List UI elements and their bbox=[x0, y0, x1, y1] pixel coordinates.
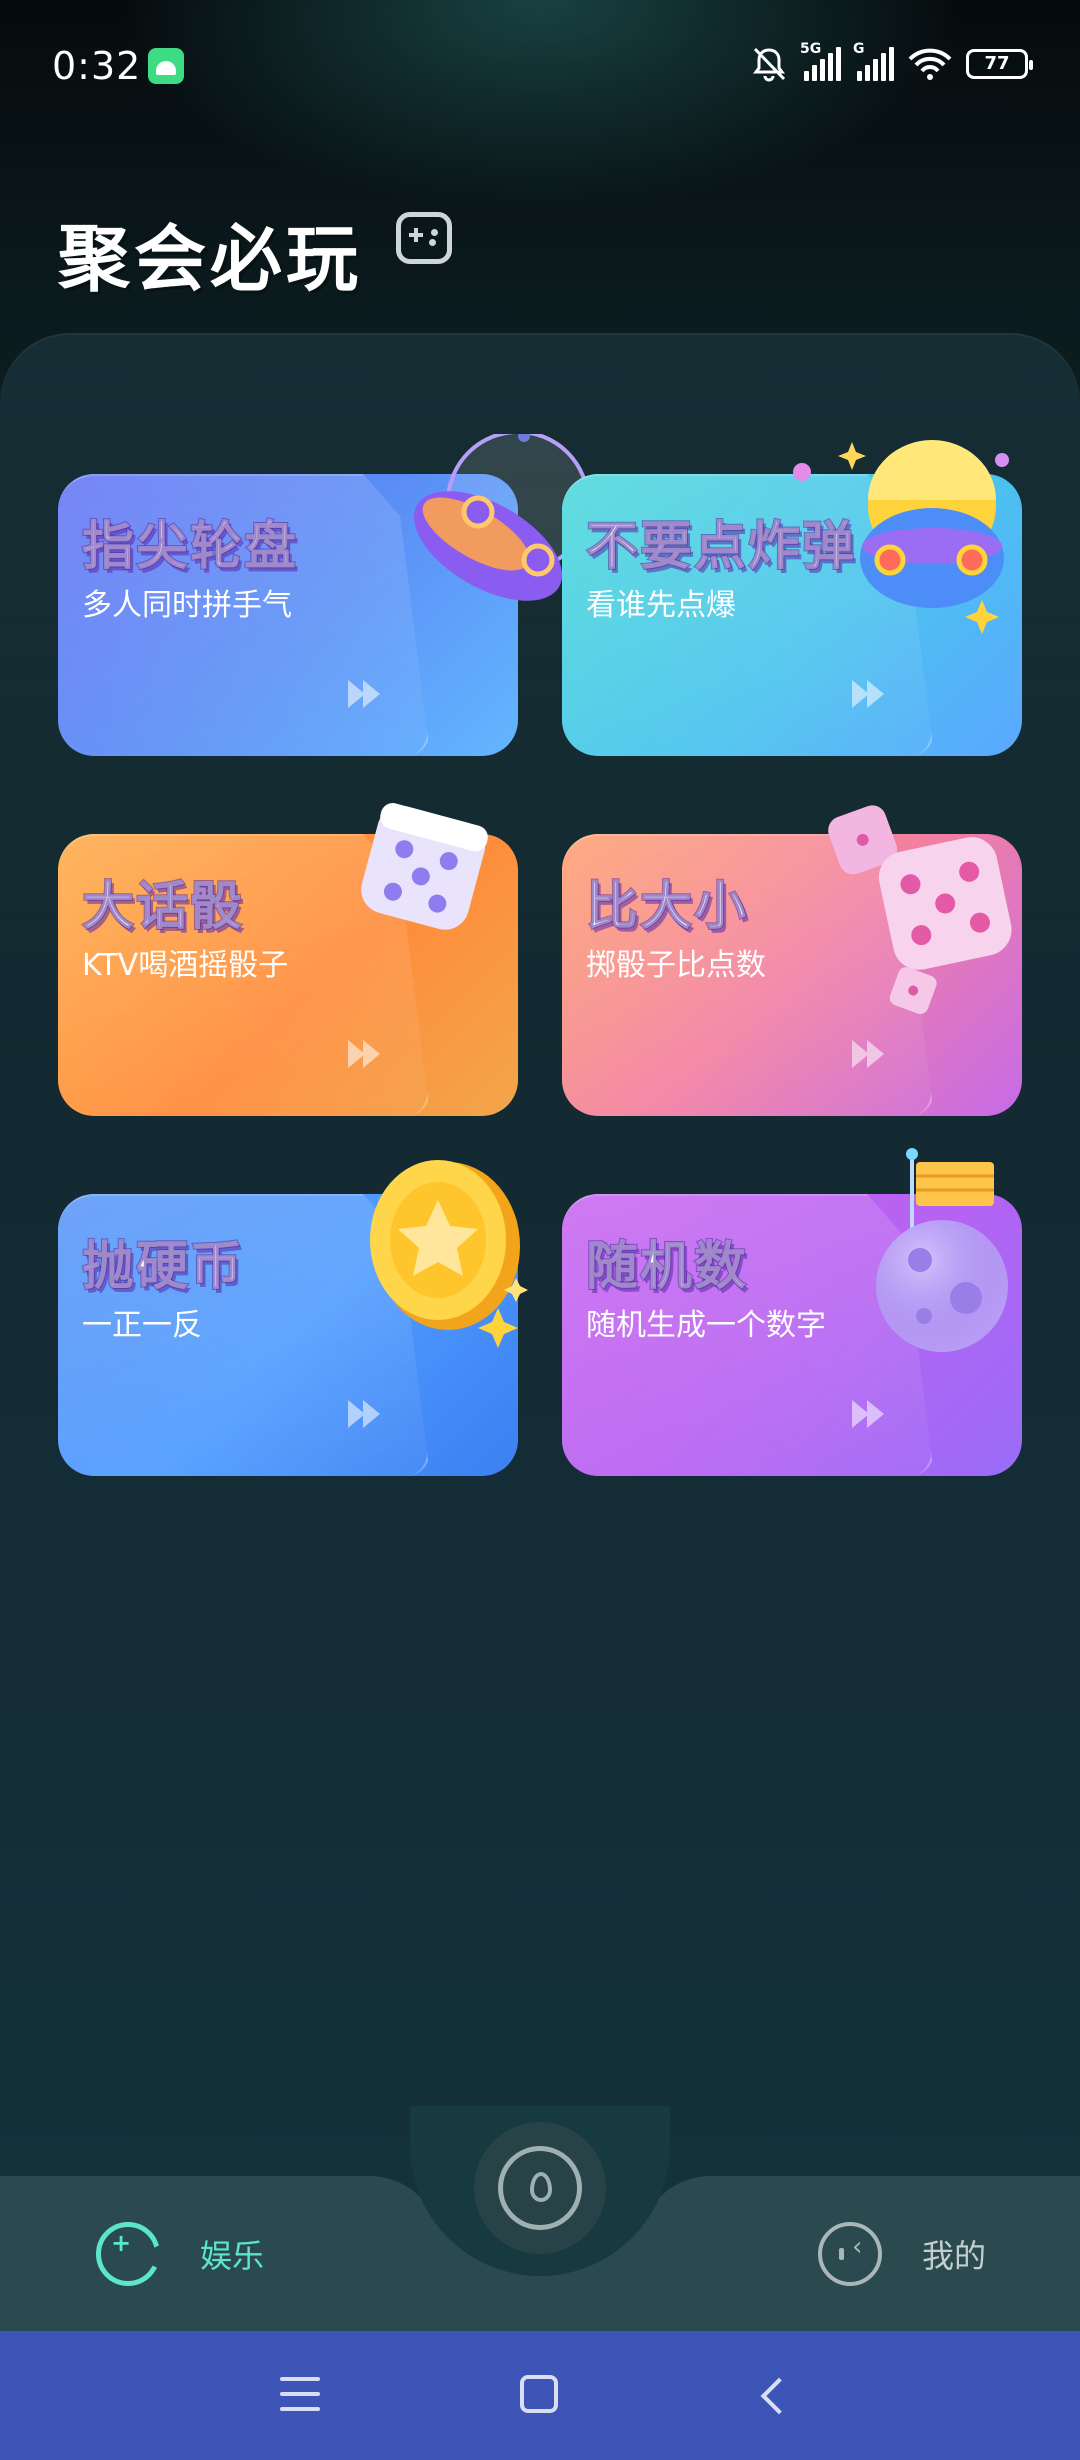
game-card-fingertip-wheel[interactable]: 指尖轮盘 多人同时拼手气 bbox=[58, 434, 588, 756]
signal-icon: G bbox=[853, 41, 894, 81]
game-description: 看谁先点爆 bbox=[586, 588, 736, 623]
status-bar: 0:32 5G G 77 bbox=[0, 0, 1080, 130]
planet-flag-icon bbox=[876, 1148, 1008, 1352]
game-title: 抛硬币 bbox=[81, 1236, 245, 1298]
game-card-dont-click-bomb[interactable]: 不要点炸弹 看谁先点爆 bbox=[562, 440, 1022, 756]
nav-tab-mine[interactable]: 我的 bbox=[818, 2222, 986, 2286]
game-card-liars-dice[interactable]: 大话骰 KTV喝酒摇骰子 bbox=[58, 803, 518, 1116]
page-title: 聚会必玩 bbox=[58, 217, 363, 301]
status-time: 0:32 bbox=[52, 44, 142, 88]
drop-icon bbox=[530, 2172, 552, 2202]
game-description: 掷骰子比点数 bbox=[586, 948, 766, 983]
system-nav-bar bbox=[0, 2331, 1080, 2460]
game-title: 指尖轮盘 bbox=[81, 516, 299, 578]
play-icon bbox=[348, 678, 388, 710]
game-title: 大话骰 bbox=[81, 876, 245, 938]
nav-tab-label: 我的 bbox=[922, 2237, 987, 2275]
game-title: 不要点炸弹 bbox=[585, 516, 857, 578]
game-description: KTV喝酒摇骰子 bbox=[82, 948, 289, 983]
wifi-icon bbox=[908, 48, 952, 80]
play-icon bbox=[852, 1038, 892, 1070]
gamepad-icon[interactable] bbox=[396, 212, 452, 264]
face-icon bbox=[818, 2222, 882, 2286]
ufo-icon bbox=[413, 434, 588, 601]
play-icon bbox=[852, 1398, 892, 1430]
play-icon bbox=[348, 1398, 388, 1430]
status-icons: 5G G 77 bbox=[750, 41, 1033, 84]
bell-muted-icon bbox=[753, 47, 786, 82]
nav-tab-entertainment[interactable]: 娱乐 bbox=[96, 2222, 264, 2286]
game-title: 随机数 bbox=[585, 1236, 749, 1298]
game-card-compare-size[interactable]: 比大小 掷骰子比点数 bbox=[562, 805, 1022, 1116]
signal-icon: 5G bbox=[800, 41, 841, 81]
dice-icon bbox=[361, 803, 488, 930]
play-icon bbox=[852, 678, 892, 710]
pacman-game-icon bbox=[96, 2222, 160, 2286]
dice-icon bbox=[828, 805, 1012, 1014]
back-icon[interactable] bbox=[760, 2377, 798, 2415]
game-description: 随机生成一个数字 bbox=[586, 1308, 826, 1343]
nav-tab-label: 娱乐 bbox=[200, 2237, 265, 2275]
game-description: 多人同时拼手气 bbox=[82, 588, 292, 623]
play-icon bbox=[348, 1038, 388, 1070]
game-description: 一正一反 bbox=[82, 1308, 202, 1343]
menu-icon[interactable] bbox=[280, 2377, 320, 2413]
battery-icon: 77 bbox=[966, 49, 1033, 79]
android-app-icon bbox=[148, 48, 184, 84]
game-card-coin-flip[interactable]: 抛硬币 一正一反 bbox=[58, 1160, 528, 1476]
game-title: 比大小 bbox=[585, 876, 749, 938]
coin-icon bbox=[370, 1160, 528, 1348]
home-icon[interactable] bbox=[520, 2375, 558, 2413]
game-card-random-number[interactable]: 随机数 随机生成一个数字 bbox=[562, 1148, 1022, 1476]
